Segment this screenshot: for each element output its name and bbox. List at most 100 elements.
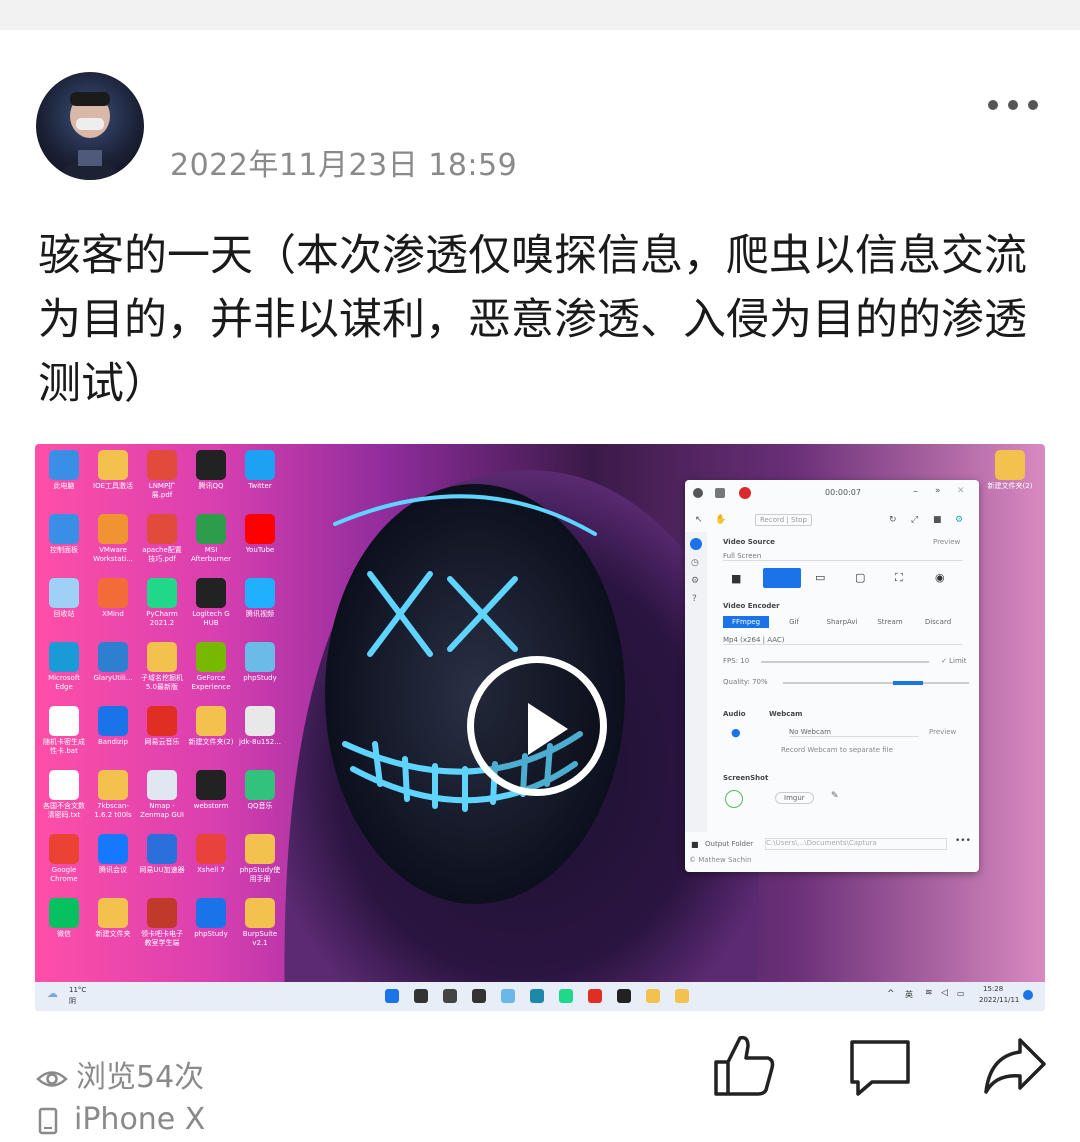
gamepad-source-icon[interactable]: ◉ bbox=[935, 571, 945, 584]
folder-icon[interactable]: ■ bbox=[933, 515, 942, 525]
desktop-icon[interactable]: 随机卡密生成 性卡.bat bbox=[41, 706, 87, 756]
wifi-icon[interactable]: ≋ bbox=[925, 988, 933, 998]
desktop-icon[interactable]: 子域名挖掘机5.0最新版 bbox=[139, 642, 185, 692]
expand-icon[interactable]: ⤢ bbox=[911, 515, 918, 525]
taskbar-app-icon[interactable] bbox=[443, 989, 457, 1003]
fullscreen-source-button[interactable] bbox=[763, 568, 801, 588]
desktop-icon[interactable]: BurpSuite v2.1 bbox=[237, 898, 283, 948]
screen-source-icon[interactable]: ▭ bbox=[815, 571, 825, 584]
desktop-icon[interactable]: GlaryUtili... bbox=[90, 642, 136, 683]
desktop-icon[interactable]: 新建文件夹(2) bbox=[188, 706, 234, 747]
help-tab-icon[interactable]: ? bbox=[692, 594, 697, 604]
play-button[interactable] bbox=[467, 656, 607, 796]
taskbar-app-icon[interactable] bbox=[414, 989, 428, 1003]
desktop-icon[interactable]: Logitech G HUB bbox=[188, 578, 234, 628]
desktop-icon[interactable]: 新建文件夹 bbox=[90, 898, 136, 939]
webcam-source-icon[interactable]: ■ bbox=[731, 572, 741, 585]
desktop-icon[interactable]: YouTube bbox=[237, 514, 283, 555]
comment-button[interactable] bbox=[846, 1032, 914, 1100]
encoder-tab[interactable]: SharpAvi bbox=[819, 616, 865, 628]
desktop-icon[interactable]: XMind bbox=[90, 578, 136, 619]
user-avatar[interactable] bbox=[36, 72, 144, 180]
record-stop-field[interactable]: Record | Stop bbox=[755, 514, 812, 526]
desktop-icon[interactable]: 腾讯视频 bbox=[237, 578, 283, 619]
close-button[interactable]: ✕ bbox=[957, 486, 965, 496]
desktop-icon[interactable]: IOE工具激活 bbox=[90, 450, 136, 491]
output-folder-path[interactable]: C:\Users\...\Documents\Captura bbox=[765, 838, 947, 850]
desktop-icon[interactable]: phpStudy bbox=[237, 642, 283, 683]
refresh-icon[interactable]: ↻ bbox=[889, 515, 897, 525]
home-tab-icon[interactable] bbox=[690, 538, 702, 550]
codec-select[interactable]: Mp4 (x264 | AAC) bbox=[723, 636, 963, 645]
desktop-icon[interactable]: Twitter bbox=[237, 450, 283, 491]
desktop-icon[interactable]: 回收站 bbox=[41, 578, 87, 619]
clock-time[interactable]: 15:28 bbox=[983, 985, 1003, 993]
desktop-icon[interactable]: webstorm bbox=[188, 770, 234, 811]
volume-icon[interactable]: ◁ bbox=[941, 988, 948, 998]
clock-date[interactable]: 2022/11/11 bbox=[979, 996, 1019, 1004]
collapse-icon[interactable]: » bbox=[935, 486, 941, 496]
taskbar-app-icon[interactable] bbox=[675, 989, 689, 1003]
desktop-icon[interactable]: 控制面板 bbox=[41, 514, 87, 555]
webcam-select[interactable]: No Webcam bbox=[789, 728, 919, 737]
desktop-icon[interactable]: Google Chrome bbox=[41, 834, 87, 884]
minimize-button[interactable]: – bbox=[913, 486, 918, 497]
taskbar-app-icon[interactable] bbox=[501, 989, 515, 1003]
desktop-icon[interactable]: Nmap - Zenmap GUI bbox=[139, 770, 185, 820]
pencil-icon[interactable]: ✎ bbox=[831, 791, 839, 801]
taskbar-app-icon[interactable] bbox=[530, 989, 544, 1003]
desktop-icon[interactable]: 7kbscan-1.6.2 t00ls bbox=[90, 770, 136, 820]
desktop-icon[interactable]: PyCharm 2021.2 bbox=[139, 578, 185, 628]
video-thumbnail[interactable]: 此电脑 IOE工具激活 LNMP扩展.pdf 腾讯QQ Twitter 控制面板 VMwar… bbox=[35, 444, 1045, 1011]
taskbar-app-icon[interactable] bbox=[646, 989, 660, 1003]
pointer-icon[interactable]: ↖ bbox=[695, 515, 703, 525]
desktop-icon[interactable]: 各国不含文数 清密码.txt bbox=[41, 770, 87, 820]
more-options-button[interactable] bbox=[986, 96, 1040, 114]
quality-slider[interactable] bbox=[783, 681, 969, 685]
share-button[interactable] bbox=[980, 1032, 1048, 1100]
encoder-tab[interactable]: Stream bbox=[867, 616, 913, 628]
desktop-icon[interactable]: Xshell 7 bbox=[188, 834, 234, 875]
record-button[interactable] bbox=[739, 487, 751, 499]
desktop-icon[interactable]: jdk-8u152... bbox=[237, 706, 283, 747]
settings-tab-icon[interactable]: ⚙ bbox=[691, 576, 699, 586]
taskbar-app-icon[interactable] bbox=[472, 989, 486, 1003]
desktop-icon[interactable]: phpStudy bbox=[188, 898, 234, 939]
desktop-icon[interactable]: 新建文件夹(2) bbox=[987, 450, 1033, 491]
ime-indicator[interactable]: 英 bbox=[905, 989, 913, 1000]
imgur-button[interactable]: Imgur bbox=[775, 792, 814, 804]
taskbar-app-icon[interactable] bbox=[385, 989, 399, 1003]
region-source-icon[interactable]: ⛶ bbox=[895, 571, 903, 585]
desktop-icon[interactable]: LNMP扩展.pdf bbox=[139, 450, 185, 500]
limit-checkbox[interactable]: ✓ Limit bbox=[941, 657, 966, 665]
desktop-icon[interactable]: MSI Afterburner bbox=[188, 514, 234, 564]
desktop-icon[interactable]: 领卡吧卡电子教室学生端 bbox=[139, 898, 185, 948]
history-tab-icon[interactable]: ◷ bbox=[691, 558, 699, 568]
output-more-button[interactable]: ••• bbox=[955, 836, 971, 846]
taskbar-app-icon[interactable] bbox=[588, 989, 602, 1003]
taskbar-app-icon[interactable] bbox=[559, 989, 573, 1003]
desktop-icon[interactable]: Microsoft Edge bbox=[41, 642, 87, 692]
taskbar-app-icon[interactable] bbox=[617, 989, 631, 1003]
battery-icon[interactable]: ▭ bbox=[957, 989, 965, 998]
encoder-tab[interactable]: Gif bbox=[771, 616, 817, 628]
like-button[interactable] bbox=[710, 1032, 778, 1100]
desktop-icon[interactable]: VMware Workstati... bbox=[90, 514, 136, 564]
screenshot-icon[interactable] bbox=[715, 488, 725, 498]
video-source-field[interactable]: Full Screen bbox=[723, 552, 963, 561]
fps-slider[interactable] bbox=[761, 661, 929, 663]
desktop-icon[interactable]: phpStudy使用手册 bbox=[237, 834, 283, 884]
desktop-icon[interactable]: GeForce Experience bbox=[188, 642, 234, 692]
desktop-icon[interactable]: 腾讯QQ bbox=[188, 450, 234, 491]
microphone-icon[interactable]: ● bbox=[731, 726, 741, 739]
video-source-preview[interactable]: Preview bbox=[933, 538, 960, 546]
notification-icon[interactable] bbox=[1023, 990, 1033, 1000]
webcam-preview-button[interactable]: Preview bbox=[929, 728, 956, 736]
encoder-tab[interactable]: Discard bbox=[915, 616, 961, 628]
desktop-icon[interactable]: 网易UU加速器 bbox=[139, 834, 185, 875]
desktop-icon[interactable]: 微信 bbox=[41, 898, 87, 939]
camera-icon[interactable] bbox=[693, 488, 703, 498]
hand-icon[interactable]: ✋ bbox=[715, 515, 726, 525]
screenshot-target-icon[interactable] bbox=[725, 790, 743, 808]
desktop-icon[interactable]: apache配置技巧.pdf bbox=[139, 514, 185, 564]
